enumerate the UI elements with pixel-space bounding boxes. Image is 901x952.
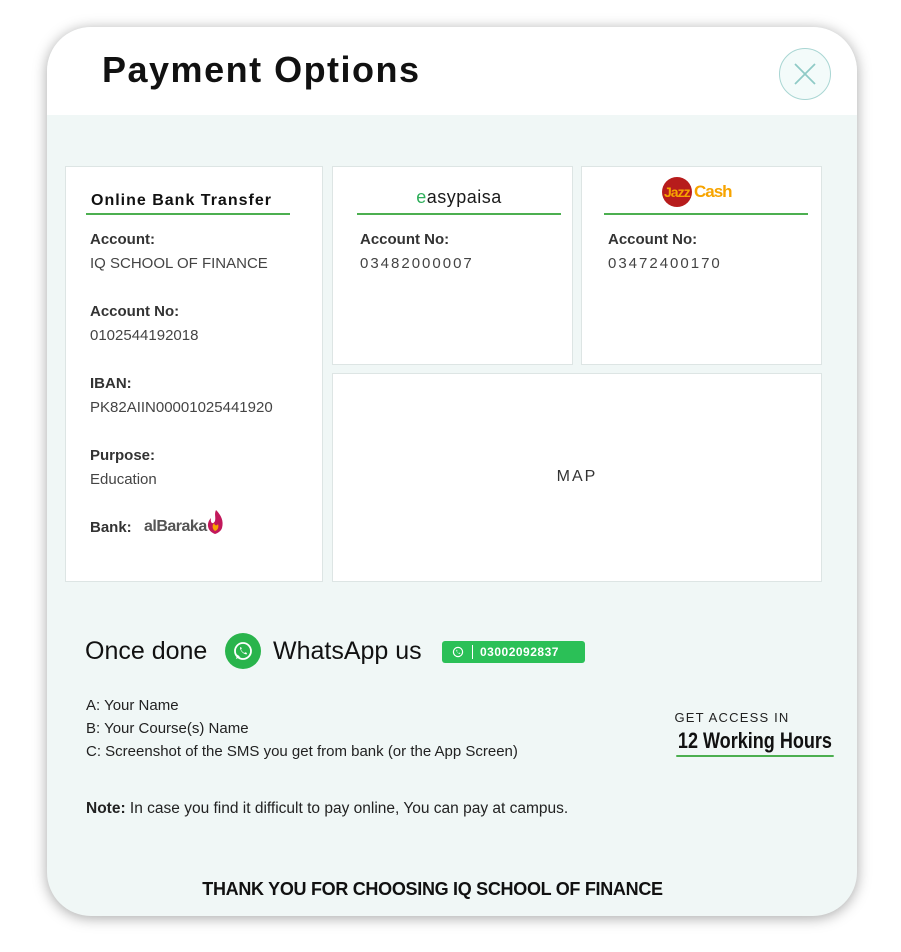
thank-you-footer: THANK YOU FOR CHOOSING IQ SCHOOL OF FINA…: [202, 879, 663, 899]
whatsapp-icon: [225, 633, 261, 669]
account-no-value: 0102544192018: [90, 327, 199, 344]
payment-options-modal: Payment Options Online Bank Transfer Acc…: [47, 27, 857, 916]
easypaisa-account-no-value: 03482000007: [360, 255, 474, 272]
whatsapp-small-icon: [452, 646, 464, 658]
bank-transfer-card: Online Bank Transfer Account: IQ SCHOOL …: [65, 166, 323, 582]
purpose-label: Purpose:: [90, 447, 156, 464]
bank-label: Bank:: [90, 519, 132, 536]
close-icon: [794, 63, 816, 85]
whatsapp-number-button[interactable]: 03002092837: [442, 641, 585, 663]
modal-title: Payment Options: [102, 49, 421, 90]
jazzcash-logo: Jazz Cash: [662, 177, 752, 207]
jazzcash-card: Jazz Cash Account No: 03472400170: [581, 166, 822, 365]
access-info: GET ACCESS IN 12 Working Hours: [659, 710, 834, 757]
map-card[interactable]: MAP: [332, 373, 822, 582]
instruction-item: C: Screenshot of the SMS you get from ba…: [86, 743, 518, 760]
account-value: IQ SCHOOL OF FINANCE: [90, 255, 268, 272]
albaraka-logo-text: alBaraka: [144, 518, 207, 535]
note-label: Note:: [86, 800, 126, 817]
jazzcash-logo-jazz: Jazz: [664, 184, 691, 200]
account-no-label: Account No:: [90, 303, 180, 320]
account-label: Account:: [90, 231, 155, 248]
instructions-list: A: Your Name B: Your Course(s) Name C: S…: [86, 694, 518, 763]
easypaisa-logo: easypaisa: [416, 187, 502, 207]
whatsapp-us-text: WhatsApp us: [273, 637, 422, 665]
jazzcash-account-no-value: 03472400170: [608, 255, 722, 272]
note-text: In case you find it difficult to pay onl…: [125, 800, 569, 817]
map-label: MAP: [556, 468, 598, 485]
modal-header: Payment Options: [47, 27, 857, 115]
easypaisa-account-no-label: Account No:: [360, 231, 450, 248]
instruction-item: A: Your Name: [86, 697, 179, 714]
jazzcash-account-no-label: Account No:: [608, 231, 698, 248]
close-button[interactable]: [779, 48, 831, 100]
access-hours: 12 Working Hours: [676, 728, 834, 757]
whatsapp-number: 03002092837: [480, 645, 559, 659]
purpose-value: Education: [90, 471, 157, 488]
note: Note: In case you find it difficult to p…: [86, 800, 568, 818]
whatsapp-badge-separator: [472, 645, 473, 659]
iban-value: PK82AIIN00001025441920: [90, 399, 273, 416]
jazzcash-logo-cash: Cash: [694, 182, 733, 201]
jazzcash-heading: Jazz Cash: [604, 177, 808, 215]
instruction-item: B: Your Course(s) Name: [86, 720, 249, 737]
bank-transfer-heading: Online Bank Transfer: [86, 185, 290, 215]
bank-transfer-title: Online Bank Transfer: [91, 192, 272, 209]
easypaisa-card: easypaisa Account No: 03482000007: [332, 166, 573, 365]
albaraka-flame-icon: [207, 510, 223, 534]
access-caption: GET ACCESS IN: [674, 710, 790, 725]
iban-label: IBAN:: [90, 375, 132, 392]
once-done-text: Once done: [85, 637, 208, 665]
easypaisa-heading: easypaisa: [357, 185, 561, 215]
